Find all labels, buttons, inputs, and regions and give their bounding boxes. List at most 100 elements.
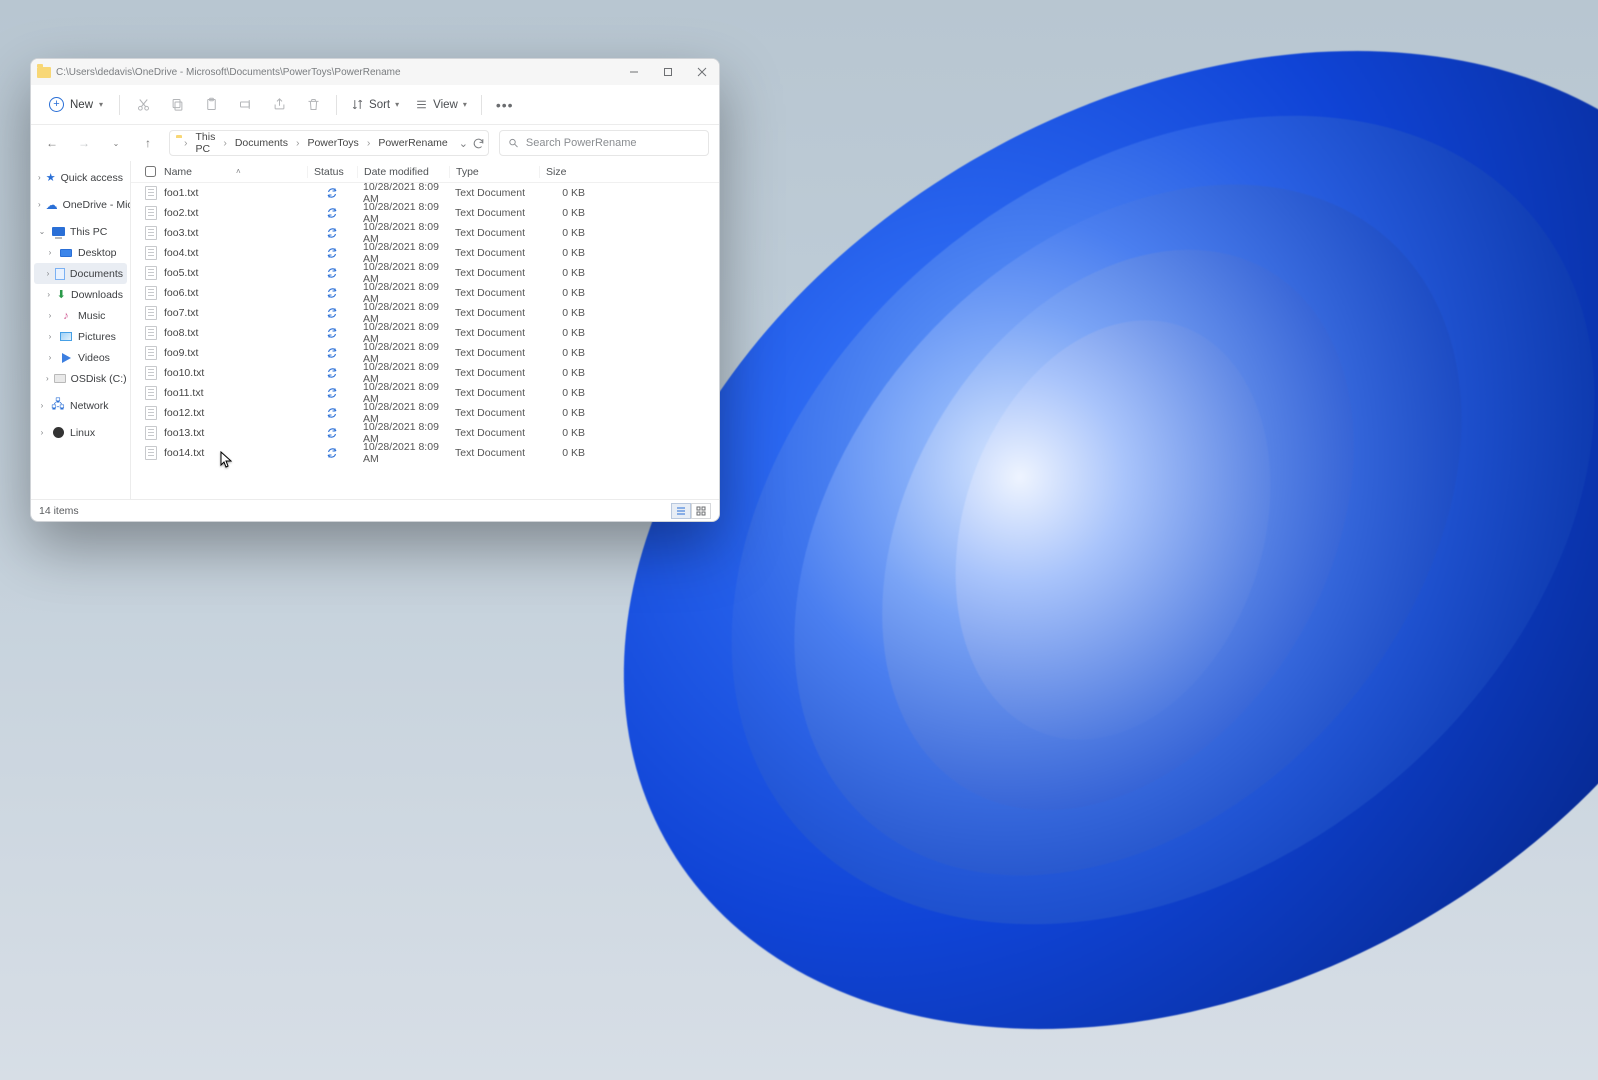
text-file-icon — [145, 446, 157, 460]
new-label: New — [70, 99, 93, 111]
breadcrumb-powertoys[interactable]: PowerToys — [304, 134, 361, 152]
chevron-down-icon: ▾ — [99, 100, 103, 109]
documents-icon — [55, 267, 65, 281]
address-bar[interactable]: › This PC › Documents › PowerToys › Powe… — [169, 130, 489, 156]
up-button[interactable]: ↑ — [137, 132, 159, 154]
column-size[interactable]: Size — [539, 166, 599, 178]
file-row[interactable]: foo8.txt10/28/2021 8:09 AMText Document0… — [131, 323, 719, 343]
sidebar-label: Pictures — [78, 331, 116, 343]
sidebar-item-pictures[interactable]: › Pictures — [34, 326, 127, 347]
back-button[interactable]: ← — [41, 132, 63, 154]
file-row[interactable]: foo1.txt10/28/2021 8:09 AMText Document0… — [131, 183, 719, 203]
sync-status-icon — [307, 447, 357, 459]
file-row[interactable]: foo12.txt10/28/2021 8:09 AMText Document… — [131, 403, 719, 423]
new-button[interactable]: + New ▾ — [41, 92, 111, 117]
refresh-button[interactable] — [472, 137, 485, 150]
sidebar-label: Downloads — [71, 289, 123, 301]
breadcrumb-documents[interactable]: Documents — [232, 134, 291, 152]
file-type: Text Document — [449, 247, 539, 259]
sidebar-item-desktop[interactable]: › Desktop — [34, 242, 127, 263]
sidebar-label: Videos — [78, 352, 110, 364]
sidebar-item-osdisk[interactable]: › OSDisk (C:) — [34, 368, 127, 389]
titlebar[interactable]: C:\Users\dedavis\OneDrive - Microsoft\Do… — [31, 59, 719, 85]
minimize-button[interactable] — [617, 59, 651, 85]
file-row[interactable]: foo5.txt10/28/2021 8:09 AMText Document0… — [131, 263, 719, 283]
file-size: 0 KB — [539, 207, 599, 219]
column-date-label: Date modified — [364, 166, 429, 178]
sidebar-item-network[interactable]: ›🖧 Network — [34, 395, 127, 416]
file-type: Text Document — [449, 347, 539, 359]
file-row[interactable]: foo2.txt10/28/2021 8:09 AMText Document0… — [131, 203, 719, 223]
thumbnails-view-toggle[interactable] — [691, 503, 711, 519]
select-all-checkbox[interactable] — [145, 166, 156, 177]
sync-status-icon — [307, 207, 357, 219]
file-row[interactable]: foo11.txt10/28/2021 8:09 AMText Document… — [131, 383, 719, 403]
explorer-window: C:\Users\dedavis\OneDrive - Microsoft\Do… — [30, 58, 720, 522]
search-box[interactable] — [499, 130, 709, 156]
sidebar-label: OSDisk (C:) — [71, 373, 127, 385]
view-button[interactable]: View ▾ — [409, 93, 473, 116]
file-name: foo13.txt — [164, 427, 204, 439]
file-size: 0 KB — [539, 327, 599, 339]
file-type: Text Document — [449, 227, 539, 239]
file-size: 0 KB — [539, 227, 599, 239]
navigation-row: ← → ⌄ ↑ › This PC › Documents › PowerToy… — [31, 125, 719, 161]
maximize-button[interactable] — [651, 59, 685, 85]
rename-button[interactable] — [230, 91, 260, 119]
sort-button[interactable]: Sort ▾ — [345, 93, 405, 116]
file-size: 0 KB — [539, 307, 599, 319]
file-row[interactable]: foo13.txt10/28/2021 8:09 AMText Document… — [131, 423, 719, 443]
file-type: Text Document — [449, 287, 539, 299]
copy-button[interactable] — [162, 91, 192, 119]
sidebar-item-linux[interactable]: › Linux — [34, 422, 127, 443]
sidebar-item-this-pc[interactable]: ⌄ This PC — [34, 221, 127, 242]
file-name: foo3.txt — [164, 227, 198, 239]
sort-indicator-icon: ˄ — [236, 167, 241, 176]
sidebar-item-downloads[interactable]: ›⬇ Downloads — [34, 284, 127, 305]
file-row[interactable]: foo3.txt10/28/2021 8:09 AMText Document0… — [131, 223, 719, 243]
file-row[interactable]: foo9.txt10/28/2021 8:09 AMText Document0… — [131, 343, 719, 363]
column-date[interactable]: Date modified — [357, 166, 449, 178]
sidebar-item-videos[interactable]: › Videos — [34, 347, 127, 368]
sidebar-label: Documents — [70, 268, 123, 280]
sidebar-item-music[interactable]: ›♪ Music — [34, 305, 127, 326]
file-row[interactable]: foo10.txt10/28/2021 8:09 AMText Document… — [131, 363, 719, 383]
chevron-down-icon: ▾ — [395, 100, 399, 109]
column-name[interactable]: Name ˄ — [139, 166, 307, 178]
breadcrumb-this-pc[interactable]: This PC — [193, 128, 219, 158]
details-view-toggle[interactable] — [671, 503, 691, 519]
search-input[interactable] — [526, 137, 700, 149]
sidebar-item-quick-access[interactable]: ›★ Quick access — [34, 167, 127, 188]
text-file-icon — [145, 326, 157, 340]
file-size: 0 KB — [539, 407, 599, 419]
sync-status-icon — [307, 267, 357, 279]
file-row[interactable]: foo6.txt10/28/2021 8:09 AMText Document0… — [131, 283, 719, 303]
sidebar-label: Quick access — [61, 172, 123, 184]
file-type: Text Document — [449, 207, 539, 219]
command-bar: + New ▾ Sort ▾ View — [31, 85, 719, 125]
column-type[interactable]: Type — [449, 166, 539, 178]
sync-status-icon — [307, 247, 357, 259]
music-icon: ♪ — [59, 309, 73, 323]
sidebar-item-onedrive[interactable]: ›☁ OneDrive - Micro — [34, 194, 127, 215]
recent-locations-chevron[interactable]: ⌄ — [105, 132, 127, 154]
file-name: foo4.txt — [164, 247, 198, 259]
file-row[interactable]: foo4.txt10/28/2021 8:09 AMText Document0… — [131, 243, 719, 263]
address-history-chevron[interactable]: ⌄ — [459, 137, 468, 150]
file-type: Text Document — [449, 427, 539, 439]
column-status[interactable]: Status — [307, 166, 357, 178]
file-row[interactable]: foo7.txt10/28/2021 8:09 AMText Document0… — [131, 303, 719, 323]
breadcrumb-powerrename[interactable]: PowerRename — [375, 134, 450, 152]
share-button[interactable] — [264, 91, 294, 119]
cut-button[interactable] — [128, 91, 158, 119]
text-file-icon — [145, 266, 157, 280]
paste-button[interactable] — [196, 91, 226, 119]
status-bar: 14 items — [31, 499, 719, 521]
file-name: foo7.txt — [164, 307, 198, 319]
sidebar-item-documents[interactable]: › Documents — [34, 263, 127, 284]
close-button[interactable] — [685, 59, 719, 85]
forward-button[interactable]: → — [73, 132, 95, 154]
more-button[interactable]: ••• — [490, 93, 520, 117]
delete-button[interactable] — [298, 91, 328, 119]
file-size: 0 KB — [539, 247, 599, 259]
